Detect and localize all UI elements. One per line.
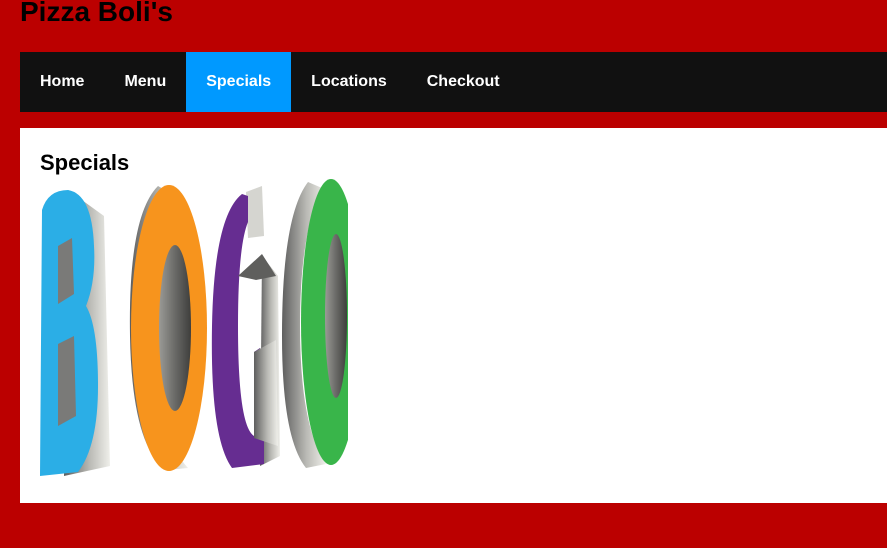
nav-item-locations[interactable]: Locations	[291, 52, 407, 112]
page-heading: Specials	[40, 150, 130, 175]
letter-o-green	[282, 179, 348, 468]
nav-item-checkout[interactable]: Checkout	[407, 52, 520, 112]
nav-item-menu[interactable]: Menu	[104, 52, 186, 112]
letter-b	[40, 190, 110, 476]
main-nav: Home Menu Specials Locations Checkout	[20, 52, 887, 112]
nav-item-home[interactable]: Home	[20, 52, 104, 112]
site-title: Pizza Boli's	[20, 0, 173, 27]
content-panel: Specials	[20, 128, 887, 503]
bogo-special-image	[40, 179, 348, 476]
letter-o-orange	[129, 185, 207, 471]
letter-b-face	[40, 190, 98, 476]
letter-g	[211, 186, 280, 468]
nav-item-specials[interactable]: Specials	[186, 52, 292, 112]
